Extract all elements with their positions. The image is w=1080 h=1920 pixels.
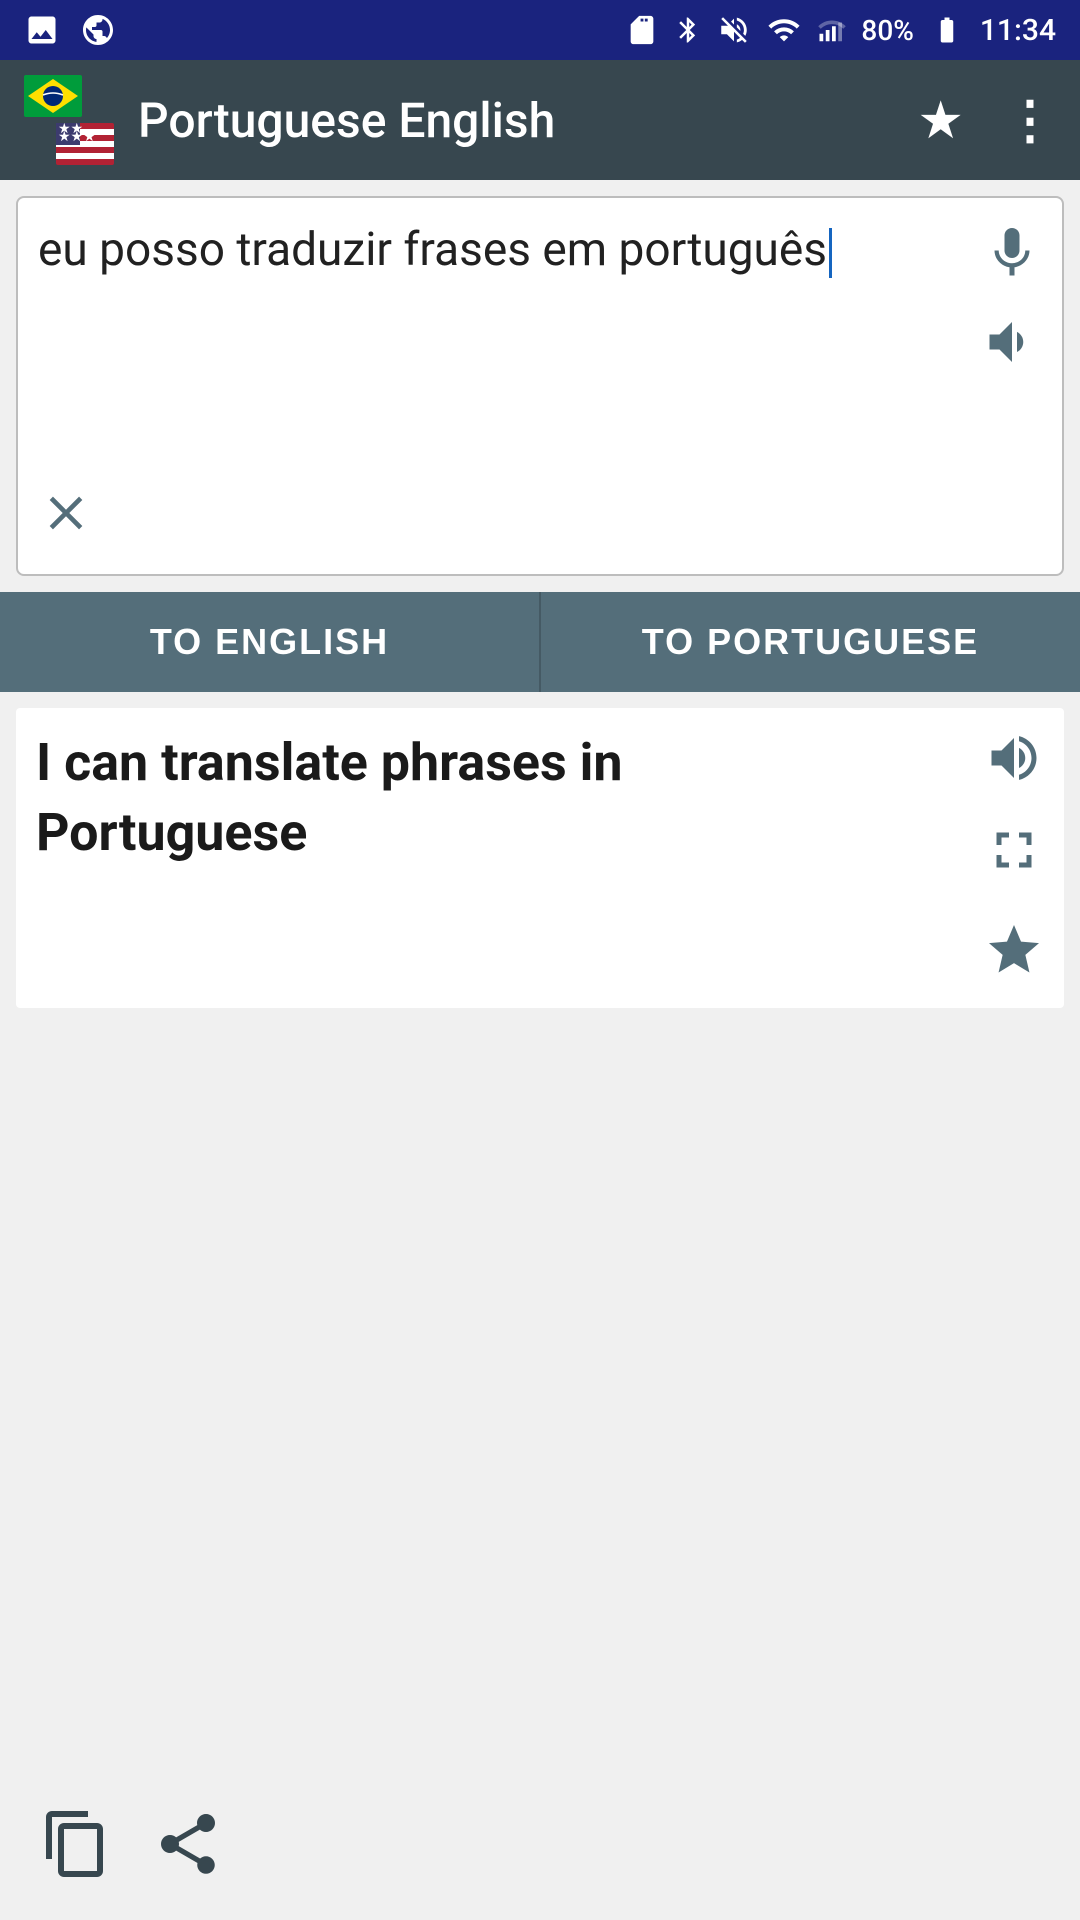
- status-bar: 80% 11:34: [0, 0, 1080, 60]
- clear-button[interactable]: [38, 485, 94, 554]
- app-logo: ★★★ ★★: [24, 75, 114, 165]
- status-bar-left: [24, 12, 116, 48]
- brazil-flag: [24, 75, 82, 117]
- signal-icon: [817, 13, 847, 47]
- time-display: 11:34: [980, 13, 1056, 48]
- network-icon: [80, 12, 116, 48]
- input-area[interactable]: eu posso traduzir frases em português: [16, 196, 1064, 576]
- app-title: Portuguese English: [138, 92, 893, 149]
- more-options-button[interactable]: ⋮: [1004, 90, 1056, 151]
- expand-icon[interactable]: [984, 820, 1044, 880]
- to-english-button[interactable]: TO ENGLISH: [0, 592, 541, 692]
- translation-buttons: TO ENGLISH TO PORTUGUESE: [0, 592, 1080, 692]
- result-icons: [984, 728, 1044, 980]
- input-icons: [982, 218, 1042, 372]
- translation-result: I can translate phrases in Portuguese: [16, 708, 1064, 1008]
- bluetooth-icon: [673, 13, 703, 47]
- us-flag: ★★★ ★★: [56, 123, 114, 165]
- wifi-icon: [765, 13, 803, 47]
- battery-level: 80%: [861, 14, 913, 47]
- input-text[interactable]: eu posso traduzir frases em português: [38, 218, 878, 282]
- speaker-input-icon[interactable]: [982, 312, 1042, 372]
- sd-icon: [625, 13, 659, 47]
- status-bar-right: 80% 11:34: [625, 13, 1056, 48]
- battery-icon: [928, 15, 966, 45]
- result-text: I can translate phrases in Portuguese: [36, 728, 876, 868]
- to-portuguese-button[interactable]: TO PORTUGUESE: [541, 592, 1080, 692]
- app-bar: ★★★ ★★ Portuguese English ★ ⋮: [0, 60, 1080, 180]
- favorite-button[interactable]: ★: [917, 90, 964, 151]
- main-content: eu posso traduzir frases em português TO…: [0, 196, 1080, 1008]
- app-bar-actions: ★ ⋮: [917, 90, 1056, 151]
- bottom-actions: [40, 1808, 224, 1880]
- speaker-result-icon[interactable]: [984, 728, 1044, 788]
- mute-icon: [717, 13, 751, 47]
- svg-text:★★: ★★: [58, 123, 83, 137]
- share-button[interactable]: [152, 1808, 224, 1880]
- text-cursor: [829, 228, 832, 278]
- copy-button[interactable]: [40, 1808, 112, 1880]
- star-result-icon[interactable]: [984, 920, 1044, 980]
- image-icon: [24, 12, 60, 48]
- mic-icon[interactable]: [982, 218, 1042, 288]
